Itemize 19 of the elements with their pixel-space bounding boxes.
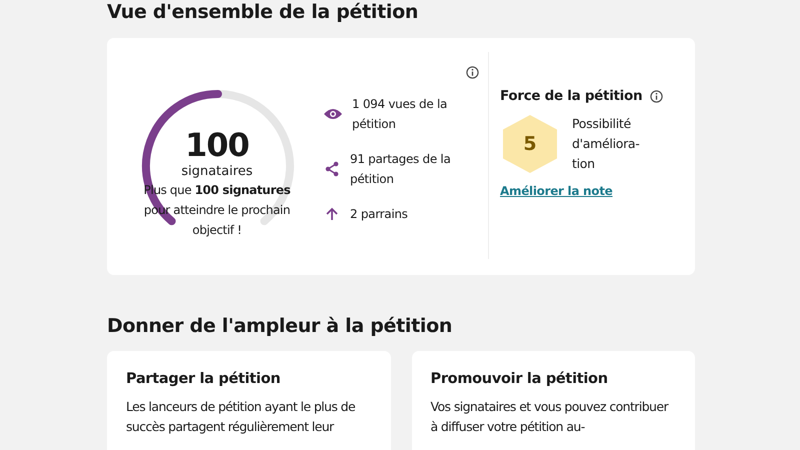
card-text: Les lanceurs de pétition ayant le plus de succès partagent régulièrement leur: [126, 398, 356, 436]
info-icon[interactable]: [466, 66, 479, 79]
strength-title: Force de la pétition: [500, 88, 642, 104]
share-icon: [324, 161, 340, 177]
card-title: Promouvoir la pétition: [430, 371, 609, 387]
signature-label: signataires: [181, 164, 253, 180]
stat-text: 1 094 vues de la pétition: [352, 96, 448, 133]
info-icon[interactable]: [650, 90, 664, 102]
card-text: Vos signataires et vous pouvez contribuer à diffuser votre pétition au-: [430, 398, 670, 436]
section-title: Vue d'ensemble de la pétition: [107, 0, 420, 25]
signature-count: 100: [185, 126, 249, 164]
section-title: Donner de l'ampleur à la pétition: [107, 315, 454, 339]
eye-icon: [324, 108, 342, 120]
card-title: Partager la pétition: [126, 371, 282, 387]
stat-text: 91 partages de la pétition: [350, 151, 452, 188]
improve-link[interactable]: Améliorer la note: [500, 184, 613, 198]
strength-label: Possibilité d'améliora-tion: [572, 115, 641, 173]
arrow-up-icon: [324, 206, 340, 222]
stat-text: 2 parrains: [350, 206, 408, 223]
